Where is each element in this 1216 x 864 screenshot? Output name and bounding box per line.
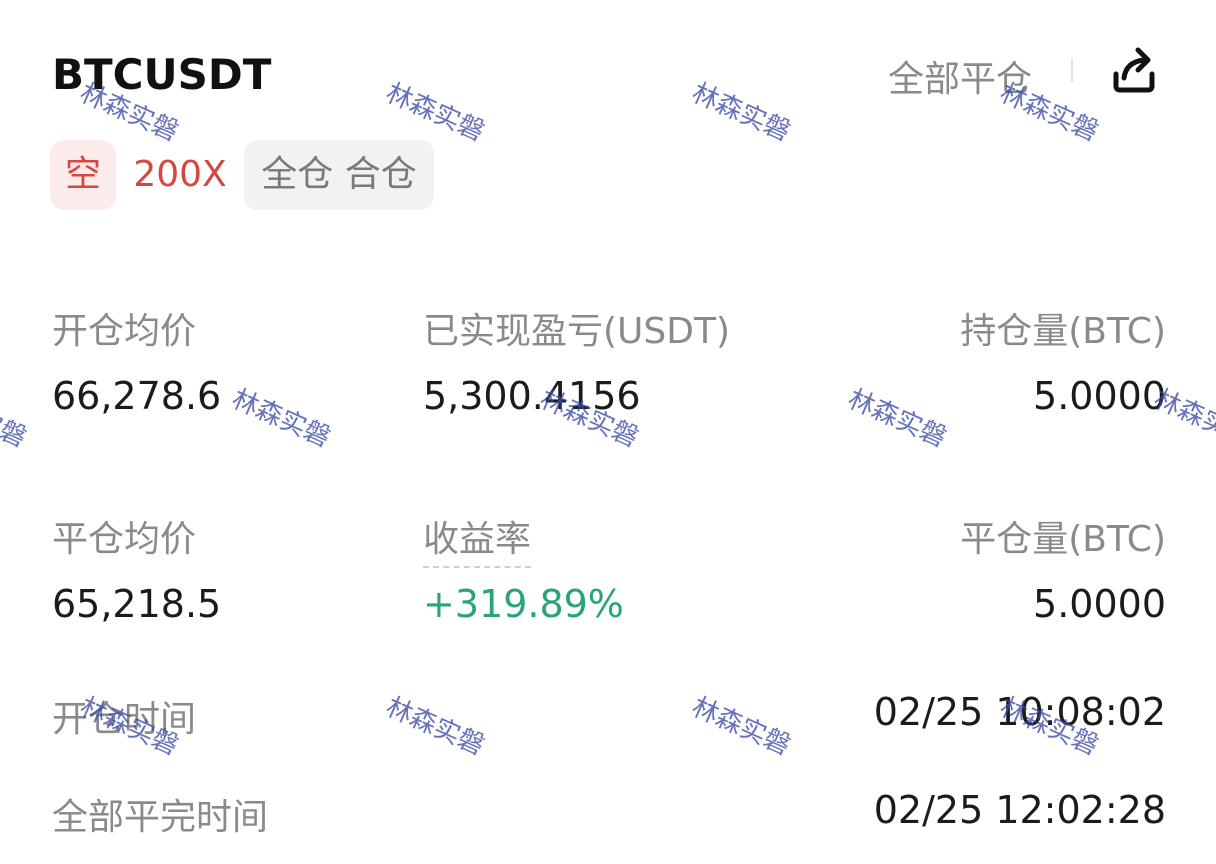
share-icon[interactable] (1106, 40, 1162, 96)
open-avg-price-value: 66,278.6 (52, 374, 222, 418)
roi-label[interactable]: 收益率 (423, 510, 532, 568)
watermark: 林森实磐 (227, 383, 335, 454)
closed-size-value: 5.0000 (1033, 582, 1166, 626)
realized-pnl-label: 已实现盈亏(USDT) (423, 311, 731, 352)
position-history-card: BTCUSDT 全部平仓 空 200X 全仓 合仓 开仓均价 66,278.6 … (0, 0, 1216, 864)
leverage-badge: 200X (133, 154, 227, 195)
open-avg-price-label: 开仓均价 (52, 311, 197, 352)
realized-pnl-value: 5,300.4156 (423, 374, 641, 418)
open-time-value: 02/25 10:08:02 (873, 690, 1166, 734)
watermark: 林森实磐 (381, 77, 489, 148)
close-all-button[interactable]: 全部平仓 (888, 50, 1032, 102)
full-close-time-value: 02/25 12:02:28 (873, 788, 1166, 832)
position-size-label: 持仓量(BTC) (960, 311, 1166, 352)
header-divider (1071, 58, 1073, 82)
watermark: 林森实磐 (687, 77, 795, 148)
full-close-time-label: 全部平完时间 (52, 797, 269, 838)
margin-mode-badge: 全仓 合仓 (244, 140, 434, 210)
close-avg-price-label: 平仓均价 (52, 519, 197, 560)
symbol-title: BTCUSDT (52, 50, 272, 99)
watermark: 林森实磐 (381, 691, 489, 762)
watermark: 林森实磐 (0, 383, 31, 454)
watermark: 林森实磐 (843, 383, 951, 454)
direction-badge: 空 (50, 140, 116, 210)
closed-size-label: 平仓量(BTC) (960, 519, 1166, 560)
watermark: 林森实磐 (687, 691, 795, 762)
roi-value: +319.89% (423, 582, 624, 626)
position-size-value: 5.0000 (1033, 374, 1166, 418)
close-avg-price-value: 65,218.5 (52, 582, 222, 626)
open-time-label: 开仓时间 (52, 699, 197, 740)
